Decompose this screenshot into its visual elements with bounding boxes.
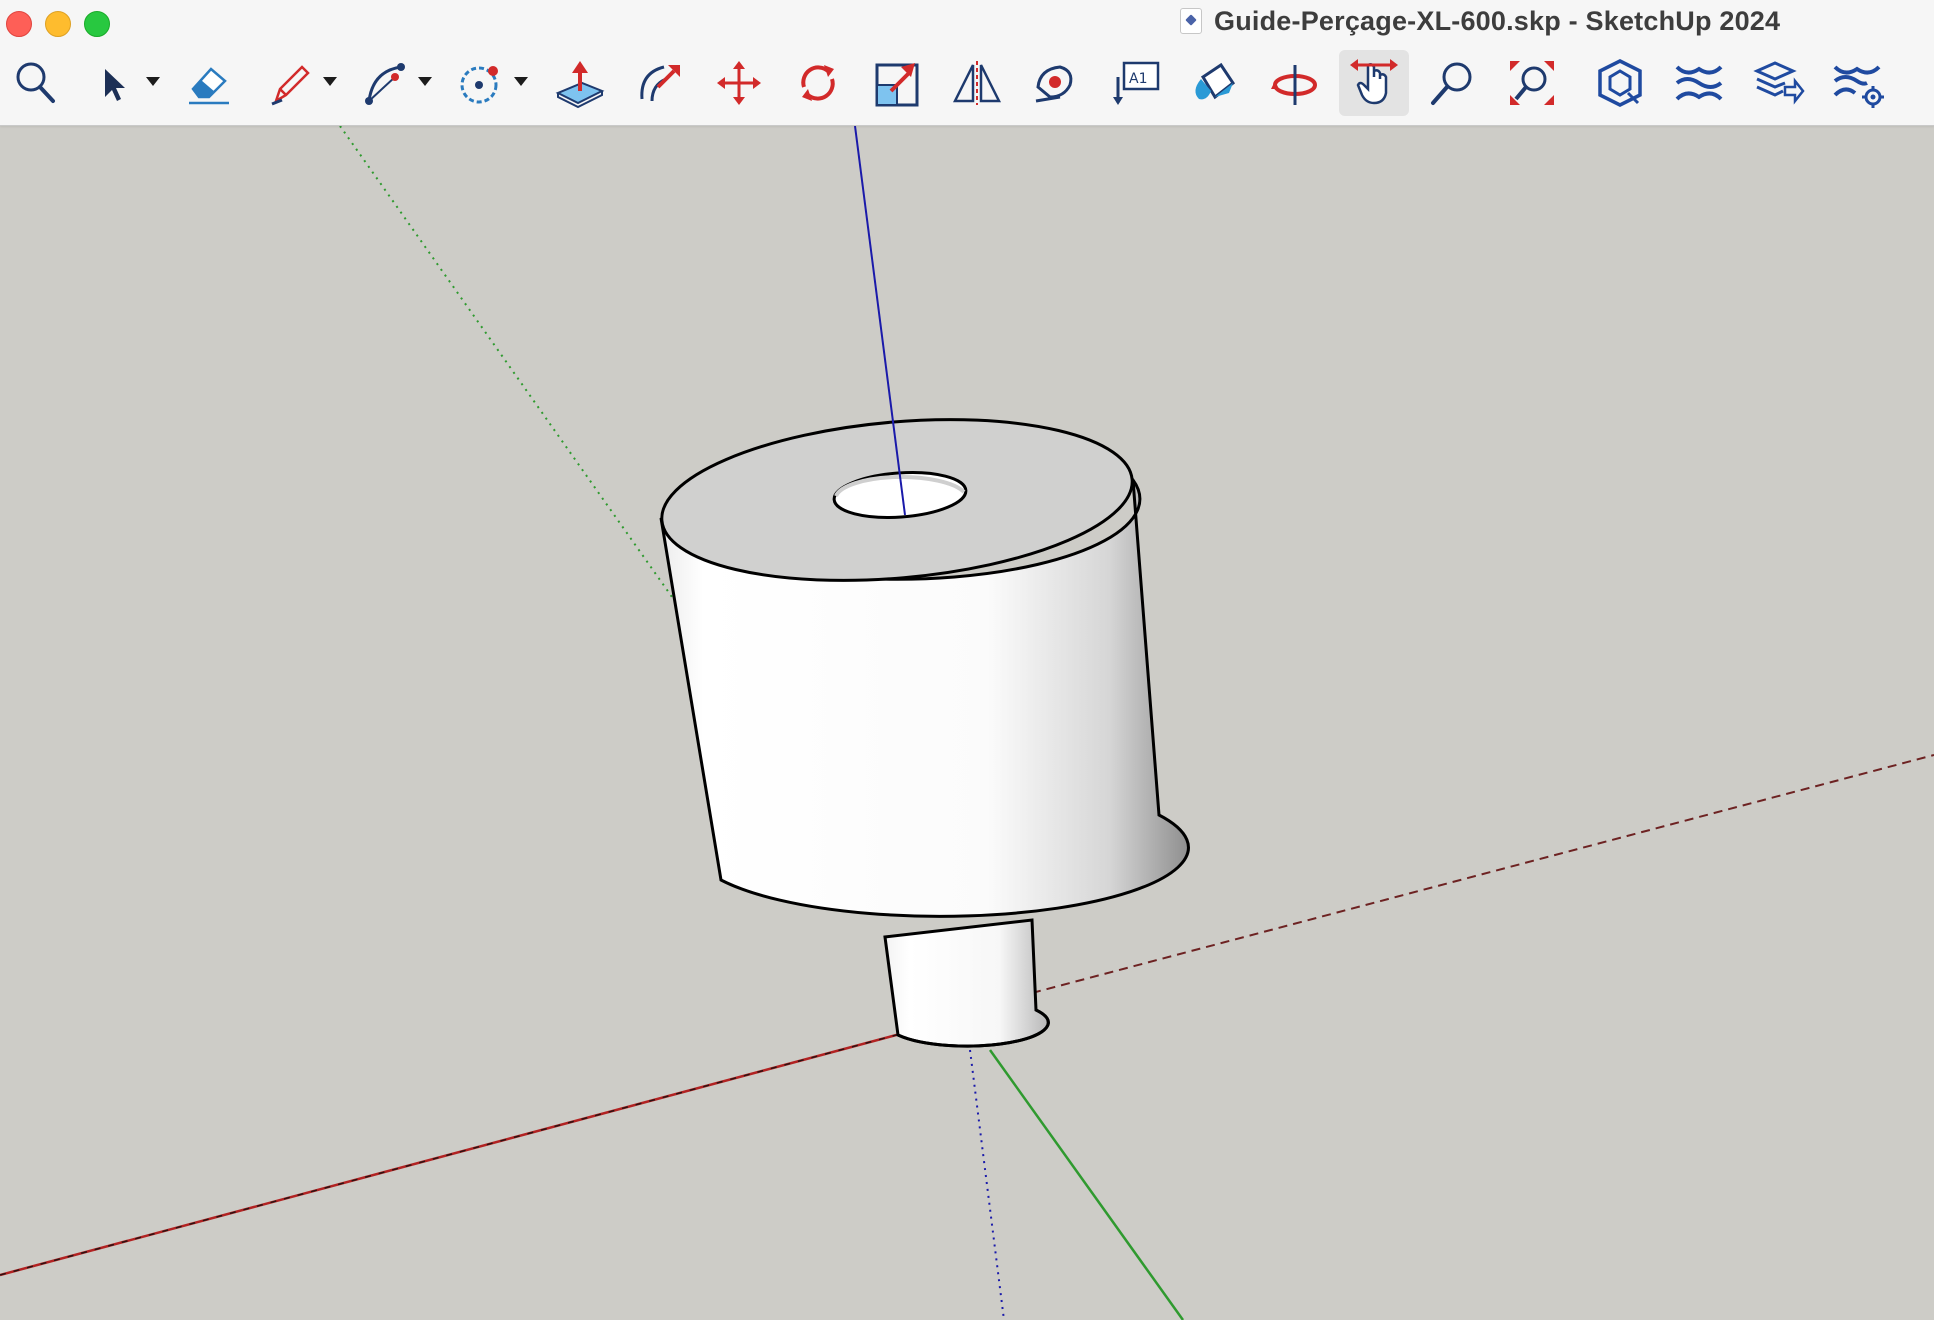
rotate-tool-button[interactable]: [783, 50, 853, 116]
minimize-window-button[interactable]: [45, 11, 71, 37]
zoom-window-button[interactable]: [84, 11, 110, 37]
orbit-tool-button[interactable]: [1260, 50, 1330, 116]
zoom-extents-icon: [1510, 61, 1554, 105]
line-tool-button[interactable]: [255, 50, 325, 116]
document-proxy-icon[interactable]: [1180, 8, 1202, 34]
paint-bucket-tool-button[interactable]: [1180, 50, 1250, 116]
blue-axis-negative: [969, 1049, 1005, 1320]
scene-canvas: [0, 126, 1934, 1320]
orbit-icon: [1271, 65, 1317, 105]
3d-warehouse-icon: [1598, 59, 1642, 107]
window-title-area: Guide-Perçage-XL-600.skp - SketchUp 2024: [1180, 5, 1780, 37]
push-pull-tool-button[interactable]: [545, 50, 615, 116]
eraser-icon: [189, 67, 229, 105]
pan-tool-button[interactable]: [1339, 50, 1409, 116]
text-label-icon: A1: [1113, 61, 1160, 105]
select-arrow-icon: [105, 69, 125, 101]
window-title: Guide-Perçage-XL-600.skp - SketchUp 2024: [1214, 5, 1781, 36]
select-tool-button[interactable]: [76, 50, 146, 116]
zoom-icon: [1431, 62, 1472, 105]
3d-warehouse-button[interactable]: [1585, 50, 1655, 116]
sketchup-window: Guide-Perçage-XL-600.skp - SketchUp 2024: [0, 0, 1934, 1320]
arc-tool-button[interactable]: [350, 50, 420, 116]
flip-tool-button[interactable]: [942, 50, 1012, 116]
search-tool-button[interactable]: [0, 50, 70, 116]
search-icon: [16, 62, 55, 103]
close-window-button[interactable]: [6, 11, 32, 37]
pan-hand-icon: [1350, 59, 1398, 105]
offset-icon: [640, 65, 680, 102]
text-tool-button[interactable]: A1: [1101, 50, 1171, 116]
line-tool-menu-caret[interactable]: [323, 77, 337, 86]
push-pull-icon: [555, 61, 605, 109]
extension-manager-button[interactable]: [1824, 50, 1894, 116]
move-tool-button[interactable]: [704, 50, 774, 116]
flip-mirror-icon: [952, 61, 1002, 105]
circle-shapes-icon: [460, 66, 498, 104]
layout-send-icon: [1753, 61, 1805, 105]
green-axis-negative: [339, 126, 673, 598]
tape-measure-icon: [1035, 65, 1073, 103]
send-to-layout-button[interactable]: [1744, 50, 1814, 116]
titlebar-toolbar: Guide-Perçage-XL-600.skp - SketchUp 2024: [0, 0, 1934, 126]
scale-icon: [875, 63, 919, 107]
scale-tool-button[interactable]: [862, 50, 932, 116]
svg-text:A1: A1: [1129, 71, 1147, 87]
rotate-icon: [801, 65, 835, 101]
select-tool-menu-caret[interactable]: [146, 77, 160, 86]
move-icon: [717, 61, 761, 105]
zoom-tool-button[interactable]: [1418, 50, 1488, 116]
green-axis-positive: [988, 1049, 1185, 1320]
cylinder-stem-side: [883, 918, 1050, 1048]
extension-warehouse-button[interactable]: [1664, 50, 1734, 116]
extension-manager-icon: [1833, 65, 1884, 108]
paint-bucket-icon: [1195, 62, 1236, 100]
shapes-tool-button[interactable]: [446, 50, 516, 116]
tape-measure-tool-button[interactable]: [1021, 50, 1091, 116]
shapes-tool-menu-caret[interactable]: [514, 77, 528, 86]
pencil-line-icon: [271, 65, 310, 106]
arc-icon: [365, 63, 405, 105]
zoom-extents-tool-button[interactable]: [1497, 50, 1567, 116]
extension-warehouse-icon: [1675, 65, 1723, 101]
arc-tool-menu-caret[interactable]: [418, 77, 432, 86]
eraser-tool-button[interactable]: [174, 50, 244, 116]
modeling-viewport[interactable]: [0, 126, 1934, 1320]
offset-tool-button[interactable]: [625, 50, 695, 116]
